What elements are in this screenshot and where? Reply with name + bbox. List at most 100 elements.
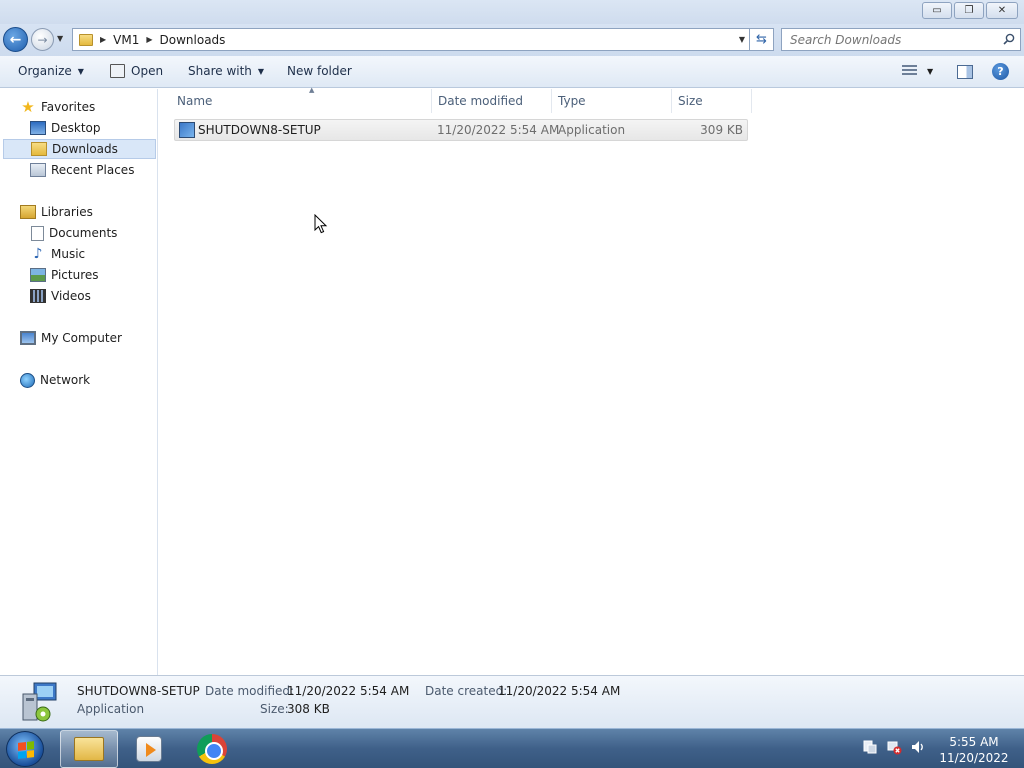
pictures-icon [30, 268, 46, 282]
sort-ascending-icon: ▲ [309, 86, 315, 94]
address-bar[interactable]: ▶ VM1 ▶ Downloads ▼ [72, 28, 750, 51]
table-row[interactable]: SHUTDOWN8-SETUP 11/20/2022 5:54 AM Appli… [174, 119, 748, 141]
column-header-name[interactable]: Name ▲ [171, 86, 432, 113]
file-size: 309 KB [700, 123, 743, 137]
address-row: ← → ▼ ▶ VM1 ▶ Downloads ▼ ⇆ [0, 24, 1024, 56]
back-button[interactable]: ← [3, 27, 28, 52]
minimize-button[interactable]: ▭ [922, 2, 952, 19]
column-label: Date modified [438, 94, 524, 108]
sidebar-item-pictures[interactable]: Pictures [30, 265, 99, 285]
column-label: Size [678, 94, 703, 108]
view-list-icon [902, 65, 917, 77]
column-header-size[interactable]: Size [672, 89, 752, 113]
computer-icon [20, 331, 36, 345]
file-explorer-icon [74, 737, 104, 761]
file-date-modified: 11/20/2022 5:54 AM [437, 123, 560, 137]
command-bar: Organize ▼ Open Share with ▼ New folder … [0, 56, 1024, 88]
document-icon [31, 225, 44, 241]
sidebar-item-label: Desktop [51, 121, 101, 135]
network-disconnected-icon[interactable] [886, 739, 902, 755]
refresh-icon: ⇆ [756, 32, 767, 47]
details-pane: SHUTDOWN8-SETUP Application Date modifie… [0, 675, 1024, 728]
recent-places-icon [30, 163, 46, 177]
taskbar-chrome-button[interactable] [183, 730, 241, 768]
details-size: 308 KB [287, 702, 330, 716]
sidebar-item-libraries[interactable]: Libraries [20, 202, 93, 222]
refresh-button[interactable]: ⇆ [750, 28, 774, 51]
column-header-date-modified[interactable]: Date modified [432, 89, 552, 113]
application-icon [22, 682, 57, 722]
open-label: Open [131, 64, 164, 78]
details-date-modified-label: Date modified: [205, 684, 295, 698]
details-file-type: Application [77, 702, 145, 716]
title-bar: ▭ ❐ ✕ [0, 0, 1024, 24]
volume-icon[interactable] [910, 739, 926, 755]
details-date-created-label: Date created: [425, 684, 508, 698]
forward-button[interactable]: → [31, 28, 54, 51]
application-icon [179, 122, 195, 138]
details-date-modified: 11/20/2022 5:54 AM [287, 684, 410, 698]
preview-pane-icon[interactable] [957, 65, 973, 79]
breadcrumb-vm1[interactable]: VM1 [113, 33, 139, 47]
clock-time: 5:55 AM [949, 735, 999, 749]
sidebar-item-label: Documents [49, 226, 118, 240]
sidebar-item-label: Music [51, 247, 86, 261]
change-view-button[interactable]: ▼ [902, 65, 933, 77]
share-with-button[interactable]: Share with ▼ [188, 64, 264, 78]
sidebar-item-desktop[interactable]: Desktop [30, 118, 101, 138]
taskbar-media-player-button[interactable] [120, 730, 178, 768]
chevron-down-icon: ▼ [257, 66, 265, 76]
sidebar-item-label: Favorites [41, 100, 96, 114]
help-icon[interactable]: ? [992, 63, 1009, 80]
window-controls: ▭ ❐ ✕ [922, 2, 1018, 19]
sidebar-item-label: Videos [51, 289, 91, 303]
chevron-right-icon[interactable]: ▶ [146, 35, 152, 44]
open-button[interactable]: Open [110, 64, 163, 78]
mouse-cursor-icon [314, 214, 328, 234]
breadcrumb-downloads[interactable]: Downloads [160, 33, 226, 47]
address-dropdown-icon[interactable]: ▼ [739, 35, 745, 44]
new-folder-button[interactable]: New folder [287, 64, 352, 78]
sidebar-item-label: Libraries [41, 205, 93, 219]
restore-button[interactable]: ❐ [954, 2, 984, 19]
search-input[interactable] [790, 32, 990, 47]
network-icon [20, 372, 35, 388]
sidebar-item-recent-places[interactable]: Recent Places [30, 160, 134, 180]
videos-icon [30, 289, 46, 303]
sidebar-item-videos[interactable]: Videos [30, 286, 91, 306]
taskbar-explorer-button[interactable] [60, 730, 118, 768]
close-button[interactable]: ✕ [986, 2, 1018, 19]
sidebar-item-downloads[interactable]: Downloads [3, 139, 156, 159]
sidebar-item-network[interactable]: Network [20, 370, 90, 390]
sidebar-item-label: Recent Places [51, 163, 135, 177]
sidebar-item-favorites[interactable]: ★ Favorites [20, 97, 95, 117]
share-with-label: Share with [188, 64, 252, 78]
new-folder-label: New folder [287, 64, 352, 78]
recent-pages-dropdown[interactable]: ▼ [57, 34, 63, 43]
start-button[interactable] [6, 731, 44, 767]
close-icon: ✕ [997, 5, 1007, 16]
column-header-type[interactable]: Type [552, 89, 672, 113]
sidebar-item-label: Pictures [51, 268, 99, 282]
libraries-icon [20, 205, 36, 219]
star-icon: ★ [21, 98, 35, 116]
restore-icon: ❐ [964, 5, 974, 16]
sidebar-item-music[interactable]: ♪ Music [30, 244, 86, 264]
sidebar-item-my-computer[interactable]: My Computer [20, 328, 122, 348]
forward-arrow-icon: → [37, 32, 48, 47]
details-size-label: Size: [260, 702, 289, 716]
chevron-right-icon[interactable]: ▶ [100, 35, 106, 44]
sidebar-item-label: My Computer [41, 331, 122, 345]
details-file-name: SHUTDOWN8-SETUP [77, 684, 200, 698]
organize-button[interactable]: Organize ▼ [18, 64, 84, 78]
downloads-folder-icon [31, 142, 47, 156]
search-box[interactable] [781, 28, 1021, 51]
action-center-flag-icon[interactable] [862, 739, 878, 755]
sidebar-item-documents[interactable]: Documents [31, 223, 117, 243]
file-type: Application [558, 123, 626, 137]
clock-date: 11/20/2022 [939, 751, 1009, 765]
chevron-down-icon: ▼ [77, 66, 84, 76]
taskbar-clock[interactable]: 5:55 AM 11/20/2022 [934, 734, 1014, 766]
file-list: Name ▲ Date modified Type Size SHUTDOWN8… [159, 86, 1024, 675]
search-icon[interactable] [1003, 33, 1015, 45]
